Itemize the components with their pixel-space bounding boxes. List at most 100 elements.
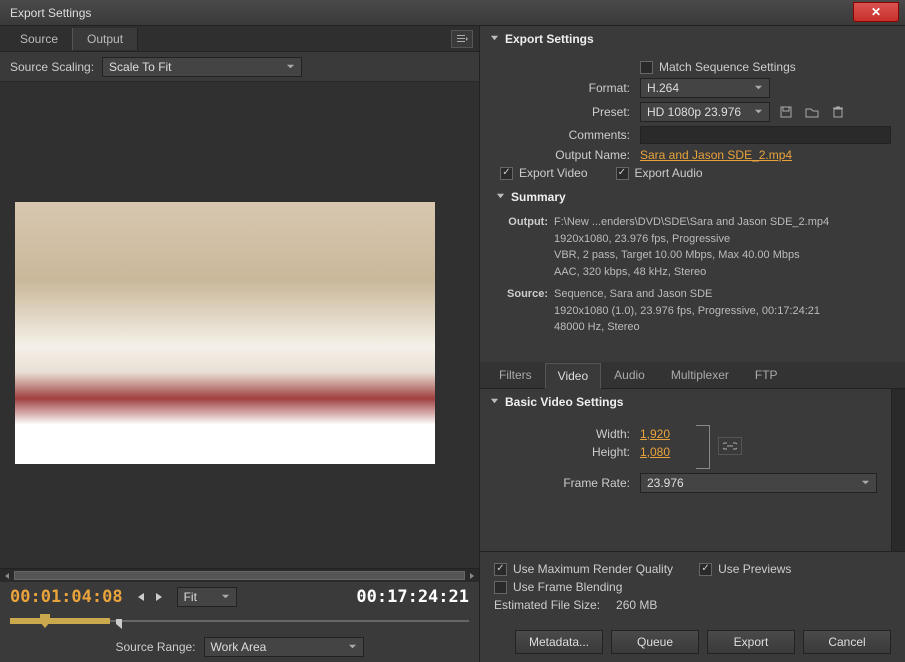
tab-multiplexer[interactable]: Multiplexer <box>658 362 742 388</box>
link-bracket <box>696 425 710 469</box>
width-value[interactable]: 1,920 <box>640 427 670 441</box>
source-scaling-label: Source Scaling: <box>10 60 94 74</box>
height-value[interactable]: 1,080 <box>640 445 670 459</box>
source-range-label: Source Range: <box>115 640 195 654</box>
match-sequence-label: Match Sequence Settings <box>659 60 796 74</box>
button-row: Metadata... Queue Export Cancel <box>480 622 905 662</box>
basic-video-title: Basic Video Settings <box>505 395 623 409</box>
preview-panel: Source Output Source Scaling: Scale To F… <box>0 26 480 662</box>
collapse-icon <box>490 32 499 46</box>
filesize-value: 260 MB <box>616 598 657 612</box>
delete-preset-icon[interactable] <box>828 103 848 121</box>
basic-video-header[interactable]: Basic Video Settings <box>480 389 891 415</box>
frame-blending-label: Use Frame Blending <box>513 580 622 594</box>
use-previews-label: Use Previews <box>718 562 791 576</box>
export-settings-title: Export Settings <box>505 32 594 46</box>
bottom-options: Use Maximum Render Quality Use Previews … <box>480 551 905 622</box>
collapse-icon <box>496 190 505 204</box>
save-preset-icon[interactable] <box>776 103 796 121</box>
use-previews-checkbox[interactable] <box>699 563 712 576</box>
tab-source[interactable]: Source <box>6 28 72 50</box>
import-preset-icon[interactable] <box>802 103 822 121</box>
tab-output[interactable]: Output <box>72 28 138 50</box>
out-point-icon[interactable] <box>116 618 124 628</box>
preset-label: Preset: <box>480 105 640 119</box>
zoom-value: Fit <box>184 590 197 604</box>
settings-panel: Export Settings Match Sequence Settings … <box>480 26 905 662</box>
chevron-down-icon <box>221 590 230 604</box>
link-dimensions-icon[interactable] <box>718 437 742 455</box>
height-label: Height: <box>480 445 640 459</box>
width-label: Width: <box>480 427 640 441</box>
comments-input[interactable] <box>640 126 891 144</box>
summary-output-label: Output: <box>500 214 554 280</box>
export-audio-label: Export Audio <box>635 166 703 180</box>
scroll-right-icon[interactable] <box>465 569 479 583</box>
chevron-down-icon <box>348 640 357 654</box>
timeline[interactable] <box>0 612 479 632</box>
filesize-label: Estimated File Size: <box>494 598 600 612</box>
cancel-button[interactable]: Cancel <box>803 630 891 654</box>
framerate-value: 23.976 <box>647 476 684 490</box>
collapse-icon <box>490 395 499 409</box>
preview-scrollbar[interactable] <box>0 568 479 582</box>
source-range-dropdown[interactable]: Work Area <box>204 637 364 657</box>
chevron-down-icon <box>286 60 295 74</box>
video-preview[interactable] <box>15 202 435 464</box>
tab-ftp[interactable]: FTP <box>742 362 791 388</box>
max-quality-label: Use Maximum Render Quality <box>513 562 673 576</box>
format-dropdown[interactable]: H.264 <box>640 78 770 98</box>
scrollbar-thumb[interactable] <box>14 571 465 580</box>
export-settings-header[interactable]: Export Settings <box>480 26 905 52</box>
framerate-dropdown[interactable]: 23.976 <box>640 473 877 493</box>
video-settings-scrollbar[interactable] <box>891 389 905 552</box>
timecode-in[interactable]: 00:01:04:08 <box>10 587 123 607</box>
format-label: Format: <box>480 81 640 95</box>
summary-title: Summary <box>511 190 566 204</box>
source-scaling-value: Scale To Fit <box>109 60 171 74</box>
close-button[interactable]: ✕ <box>853 2 899 22</box>
comments-label: Comments: <box>480 128 640 142</box>
tab-video[interactable]: Video <box>545 363 601 389</box>
preset-value: HD 1080p 23.976 <box>647 105 741 119</box>
timecode-duration: 00:17:24:21 <box>356 587 469 607</box>
export-video-checkbox[interactable] <box>500 167 513 180</box>
title-bar: Export Settings ✕ <box>0 0 905 26</box>
play-forward-icon[interactable] <box>151 589 167 605</box>
metadata-button[interactable]: Metadata... <box>515 630 603 654</box>
summary-source-text: Sequence, Sara and Jason SDE 1920x1080 (… <box>554 286 885 336</box>
preset-dropdown[interactable]: HD 1080p 23.976 <box>640 102 770 122</box>
format-value: H.264 <box>647 81 679 95</box>
framerate-label: Frame Rate: <box>480 476 640 490</box>
scaling-row: Source Scaling: Scale To Fit <box>0 52 479 82</box>
tab-audio[interactable]: Audio <box>601 362 658 388</box>
window-title: Export Settings <box>10 6 91 20</box>
zoom-dropdown[interactable]: Fit <box>177 587 237 607</box>
summary-block: Output: F:\New ...enders\DVD\SDE\Sara an… <box>480 210 905 350</box>
max-quality-checkbox[interactable] <box>494 563 507 576</box>
settings-tabs: Filters Video Audio Multiplexer FTP <box>480 362 905 389</box>
time-row: 00:01:04:08 Fit 00:17:24:21 <box>0 582 479 612</box>
output-name-link[interactable]: Sara and Jason SDE_2.mp4 <box>640 148 792 162</box>
panel-menu-icon[interactable] <box>451 30 473 48</box>
timeline-range[interactable] <box>10 618 110 624</box>
match-sequence-checkbox[interactable] <box>640 61 653 74</box>
preview-area <box>0 82 479 568</box>
export-video-label: Export Video <box>519 166 588 180</box>
playhead-icon[interactable] <box>40 614 50 628</box>
frame-blending-checkbox[interactable] <box>494 581 507 594</box>
summary-source-label: Source: <box>500 286 554 336</box>
scroll-left-icon[interactable] <box>0 569 14 583</box>
summary-output-text: F:\New ...enders\DVD\SDE\Sara and Jason … <box>554 214 885 280</box>
export-button[interactable]: Export <box>707 630 795 654</box>
summary-header[interactable]: Summary <box>480 184 905 210</box>
chevron-down-icon <box>754 81 763 95</box>
preview-tabs: Source Output <box>0 26 479 52</box>
source-scaling-dropdown[interactable]: Scale To Fit <box>102 57 302 77</box>
queue-button[interactable]: Queue <box>611 630 699 654</box>
source-range-row: Source Range: Work Area <box>0 632 479 662</box>
chevron-down-icon <box>754 105 763 119</box>
tab-filters[interactable]: Filters <box>486 362 545 388</box>
export-audio-checkbox[interactable] <box>616 167 629 180</box>
play-back-icon[interactable] <box>133 589 149 605</box>
